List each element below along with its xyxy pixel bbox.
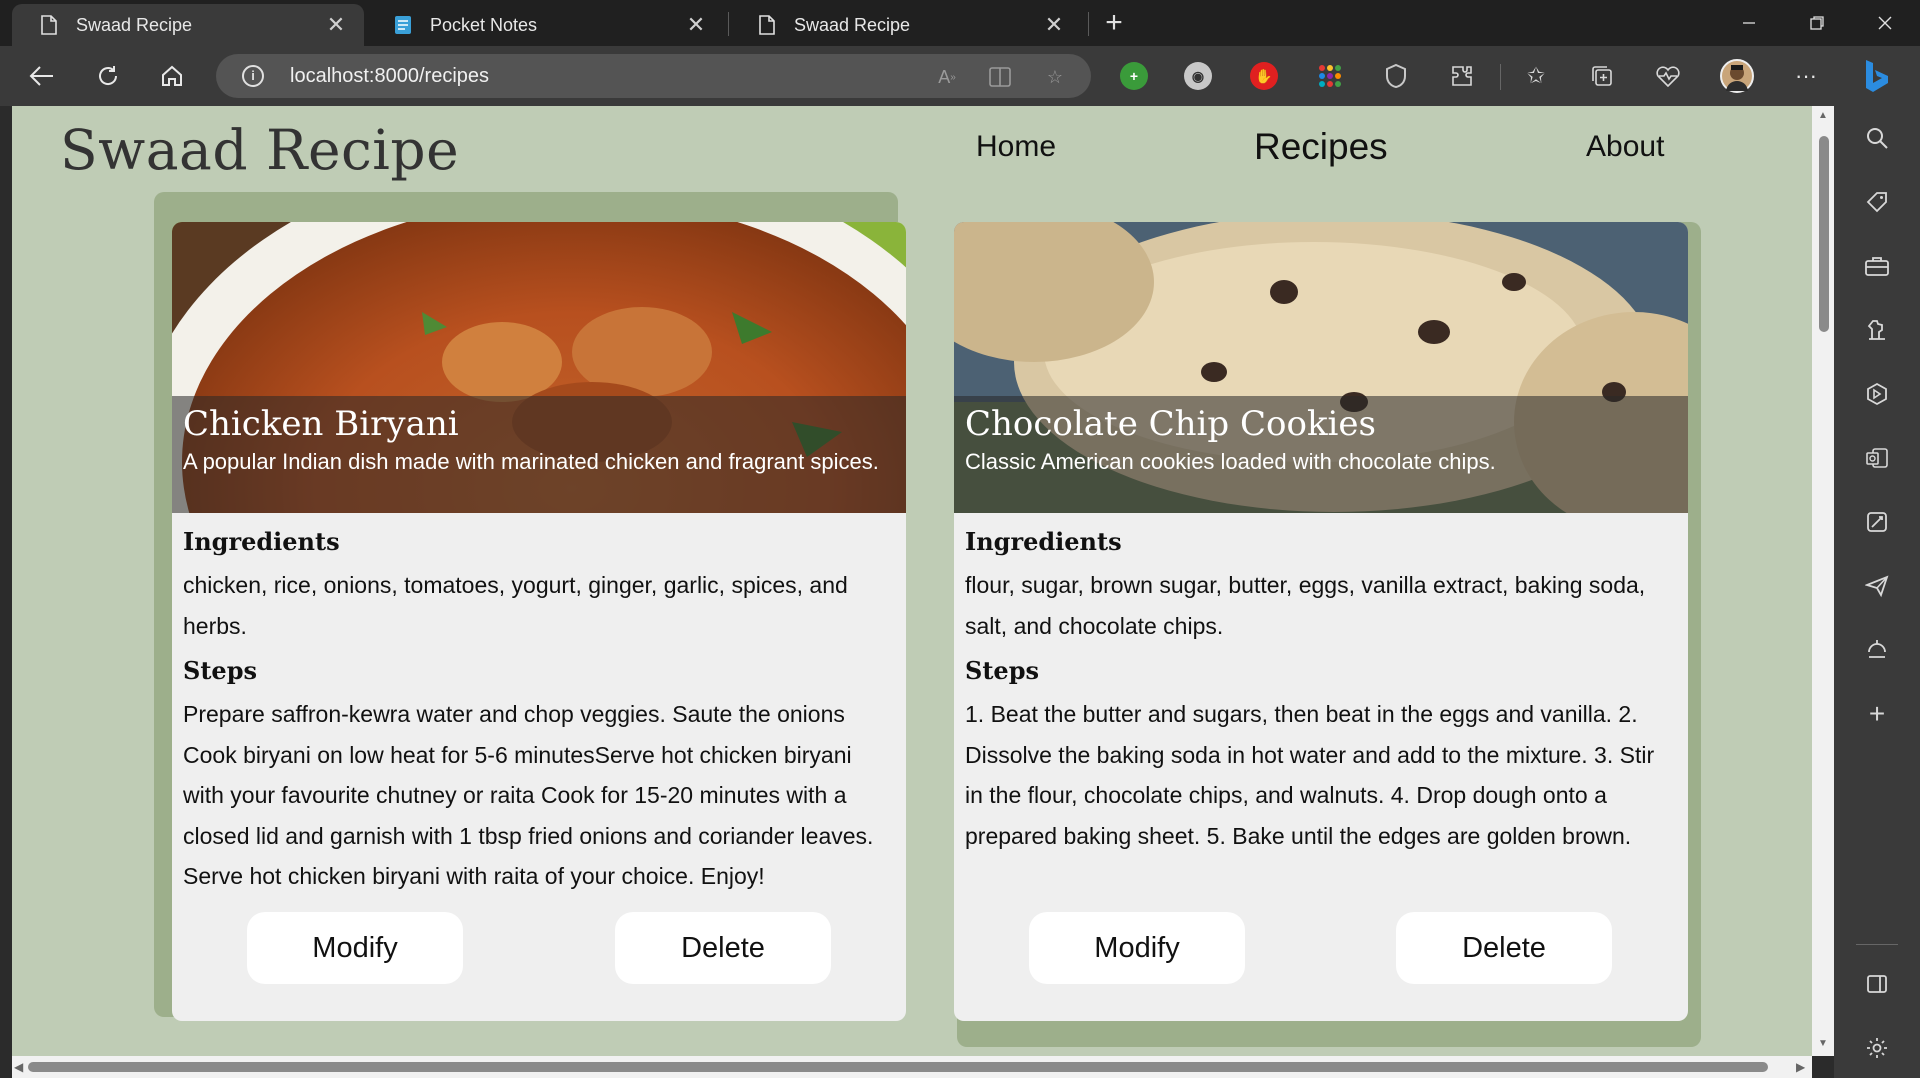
recipe-description: Classic American cookies loaded with cho… — [965, 449, 1496, 474]
browser-essentials-icon[interactable] — [1654, 62, 1682, 90]
url-text: localhost:8000/recipes — [290, 65, 490, 87]
shopping-tag-icon[interactable] — [1861, 186, 1893, 218]
recipe-card: Chocolate Chip Cookies Classic American … — [954, 222, 1688, 1021]
nav-about-link[interactable]: About — [1586, 130, 1664, 164]
add-sidebar-app-icon[interactable]: + — [1861, 698, 1893, 730]
ingredients-text: flour, sugar, brown sugar, butter, eggs,… — [965, 572, 1646, 639]
steps-text: 1. Beat the butter and sugars, then beat… — [965, 701, 1655, 849]
nav-home-link[interactable]: Home — [976, 130, 1056, 164]
recipe-card: Chicken Biryani A popular Indian dish ma… — [172, 222, 906, 1021]
toolbar-separator — [1500, 64, 1501, 90]
site-title: Swaad Recipe — [60, 118, 460, 182]
sidebar-separator — [1856, 944, 1898, 945]
recipe-body: Ingredients chicken, rice, onions, tomat… — [183, 525, 895, 897]
tab-swaad-recipe-1[interactable]: Swaad Recipe ✕ — [12, 4, 364, 46]
read-aloud-icon[interactable]: A» — [934, 64, 960, 90]
notes-icon — [394, 15, 412, 35]
tab-separator — [1088, 12, 1089, 36]
nav-recipes-link[interactable]: Recipes — [1254, 126, 1388, 168]
designer-icon[interactable] — [1861, 506, 1893, 538]
back-button[interactable] — [22, 56, 62, 96]
address-bar[interactable]: i localhost:8000/recipes A» ☆ — [216, 54, 1091, 98]
modify-button[interactable]: Modify — [1029, 912, 1245, 984]
hide-sidebar-icon[interactable] — [1861, 968, 1893, 1000]
favorites-icon[interactable]: ✩ — [1522, 62, 1550, 90]
info-icon[interactable]: i — [242, 65, 264, 87]
page-viewport: Swaad Recipe Home Recipes About Chicken … — [12, 106, 1812, 1056]
extension-stop-icon[interactable]: ✋ — [1250, 62, 1278, 90]
microsoft-365-icon[interactable] — [1861, 378, 1893, 410]
close-icon[interactable]: ✕ — [324, 12, 348, 38]
vertical-scrollbar[interactable]: ▲ ▼ — [1812, 106, 1834, 1056]
send-icon[interactable] — [1861, 570, 1893, 602]
steps-heading: Steps — [183, 656, 257, 685]
close-window-button[interactable] — [1852, 0, 1918, 46]
page-icon — [758, 15, 776, 35]
more-menu-button[interactable]: ··· — [1786, 56, 1826, 96]
browser-toolbar: i localhost:8000/recipes A» ☆ + ◉ ✋ ✩ ··… — [0, 46, 1920, 106]
delete-button[interactable]: Delete — [1396, 912, 1612, 984]
recipe-body: Ingredients flour, sugar, brown sugar, b… — [965, 525, 1677, 856]
home-button[interactable] — [152, 56, 192, 96]
recipe-description: A popular Indian dish made with marinate… — [183, 449, 879, 474]
modify-button[interactable]: Modify — [247, 912, 463, 984]
recipe-title: Chocolate Chip Cookies — [965, 404, 1376, 444]
games-icon[interactable] — [1861, 314, 1893, 346]
extension-apps-icon[interactable] — [1316, 62, 1344, 90]
scroll-up-arrow[interactable]: ▲ — [1817, 110, 1829, 121]
steps-text: Prepare saffron-kewra water and chop veg… — [183, 701, 874, 889]
tab-title: Swaad Recipe — [794, 14, 911, 35]
horizontal-scrollbar[interactable]: ◀ ▶ — [12, 1056, 1812, 1078]
bing-copilot-icon[interactable] — [1856, 56, 1896, 96]
extension-add-icon[interactable]: + — [1120, 62, 1148, 90]
avatar[interactable] — [1720, 59, 1754, 93]
scroll-right-arrow[interactable]: ▶ — [1796, 1060, 1805, 1074]
recipe-caption: Chicken Biryani A popular Indian dish ma… — [172, 396, 906, 513]
gear-icon[interactable] — [1861, 1032, 1893, 1064]
new-tab-button[interactable]: + — [1097, 6, 1131, 40]
recipe-caption: Chocolate Chip Cookies Classic American … — [954, 396, 1688, 513]
window-left-edge — [0, 106, 12, 1078]
tab-separator — [728, 12, 729, 36]
extensions-puzzle-icon[interactable] — [1448, 62, 1476, 90]
tab-title: Pocket Notes — [430, 14, 538, 35]
restore-button[interactable] — [1784, 0, 1850, 46]
tab-title: Swaad Recipe — [76, 14, 193, 35]
minimize-button[interactable] — [1716, 0, 1782, 46]
search-icon[interactable] — [1861, 122, 1893, 154]
recipe-title: Chicken Biryani — [183, 404, 459, 444]
outlook-icon[interactable] — [1861, 442, 1893, 474]
reader-view-icon[interactable] — [988, 64, 1014, 90]
tools-briefcase-icon[interactable] — [1861, 250, 1893, 282]
tab-strip: Swaad Recipe ✕ Pocket Notes ✕ Swaad Reci… — [0, 0, 1920, 46]
collections-icon[interactable] — [1588, 62, 1616, 90]
scroll-left-arrow[interactable]: ◀ — [14, 1060, 23, 1074]
edge-sidebar: + — [1834, 106, 1920, 1078]
tab-swaad-recipe-2[interactable]: Swaad Recipe ✕ — [730, 4, 1082, 46]
tab-pocket-notes[interactable]: Pocket Notes ✕ — [366, 4, 724, 46]
ingredients-heading: Ingredients — [183, 527, 340, 556]
scroll-down-arrow[interactable]: ▼ — [1817, 1038, 1829, 1049]
add-favorite-icon[interactable]: ☆ — [1042, 64, 1068, 90]
ingredients-heading: Ingredients — [965, 527, 1122, 556]
delete-button[interactable]: Delete — [615, 912, 831, 984]
scrollbar-thumb[interactable] — [28, 1062, 1768, 1072]
ingredients-text: chicken, rice, onions, tomatoes, yogurt,… — [183, 572, 848, 639]
extension-glasses-icon[interactable]: ◉ — [1184, 62, 1212, 90]
refresh-button[interactable] — [88, 56, 128, 96]
drop-icon[interactable] — [1861, 634, 1893, 666]
page-icon — [40, 15, 58, 35]
close-icon[interactable]: ✕ — [684, 12, 708, 38]
shield-icon[interactable] — [1382, 62, 1410, 90]
close-icon[interactable]: ✕ — [1042, 12, 1066, 38]
scrollbar-thumb[interactable] — [1819, 136, 1829, 332]
steps-heading: Steps — [965, 656, 1039, 685]
